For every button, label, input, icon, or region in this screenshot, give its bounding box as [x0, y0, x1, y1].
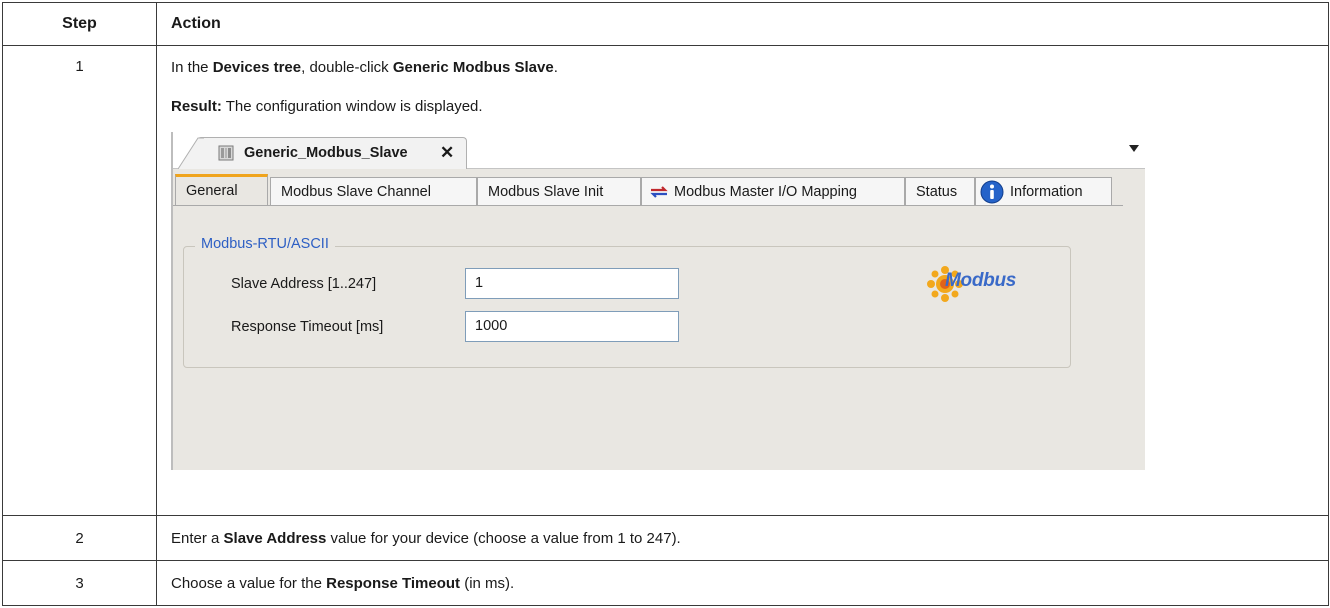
bold-term: Result: [171, 98, 222, 115]
modbus-logo: Modbus [925, 264, 1045, 304]
tab-modbus-slave-init[interactable]: Modbus Slave Init [477, 177, 641, 205]
step-action: Choose a value for the Response Timeout … [156, 560, 1329, 606]
group-title: Modbus-RTU/ASCII [195, 236, 335, 252]
document-tab[interactable]: Generic_Modbus_Slave ✕ [178, 137, 467, 169]
step-row-1: 1 In the Devices tree, double-click Gene… [2, 45, 1329, 516]
text-span: value for your device (choose a value fr… [326, 529, 681, 547]
tab-information[interactable]: Information [975, 177, 1112, 205]
result-text: Result: The configuration window is disp… [171, 97, 1314, 117]
bold-term: Response Timeout [326, 574, 461, 592]
slave-address-label: Slave Address [1..247] [231, 276, 377, 292]
tab-general[interactable]: General [175, 174, 268, 206]
document-tab-title: Generic_Modbus_Slave [244, 145, 408, 161]
step-row-2: 2 Enter a Slave Address value for your d… [2, 515, 1329, 561]
mapping-arrows-icon [650, 186, 668, 198]
text-span: Choose a value for the [171, 574, 327, 592]
modbus-logo-text: Modbus [945, 270, 1017, 291]
bold-term: Devices tree [212, 59, 302, 76]
text-span: The configuration window is displayed. [221, 98, 483, 115]
tab-slant-decoration [178, 137, 204, 169]
response-timeout-label: Response Timeout [ms] [231, 319, 384, 335]
info-icon [980, 180, 1004, 204]
step-number: 3 [2, 560, 157, 606]
response-timeout-input[interactable]: 1000 [465, 311, 679, 342]
tab-modbus-master-io-mapping[interactable]: Modbus Master I/O Mapping [641, 177, 905, 205]
slave-address-input[interactable]: 1 [465, 268, 679, 299]
text-span: . [553, 59, 558, 76]
bold-term: Generic Modbus Slave [392, 59, 554, 76]
header-step: Step [2, 2, 157, 46]
tab-status[interactable]: Status [905, 177, 975, 205]
tab-label: Information [1010, 184, 1083, 200]
tab-modbus-slave-channel[interactable]: Modbus Slave Channel [270, 177, 477, 205]
header-row: Step Action [2, 2, 1329, 46]
header-action: Action [156, 2, 1329, 46]
config-tabs: General Modbus Slave Channel Modbus Slav… [173, 172, 1145, 206]
close-icon[interactable]: ✕ [440, 143, 454, 163]
dropdown-arrow-icon[interactable] [1129, 145, 1139, 152]
step-action: Enter a Slave Address value for your dev… [156, 515, 1329, 561]
tab-label: Modbus Master I/O Mapping [674, 184, 857, 200]
configuration-window: Generic_Modbus_Slave ✕ General Modbus Sl… [171, 132, 1145, 470]
step-row-3: 3 Choose a value for the Response Timeou… [2, 560, 1329, 606]
text-span: Enter a [171, 529, 224, 547]
instruction-text: In the Devices tree, double-click Generi… [171, 58, 1314, 78]
text-span: (in ms). [460, 574, 515, 592]
text-span: , double-click [301, 59, 393, 76]
editor-tab-bar: Generic_Modbus_Slave ✕ [173, 132, 1145, 169]
device-icon [218, 145, 234, 161]
procedure-table: Step Action 1 In the Devices tree, doubl… [2, 2, 1329, 606]
text-span: In the [171, 59, 213, 76]
step-action: In the Devices tree, double-click Generi… [156, 45, 1329, 516]
tab-underline [173, 205, 1123, 206]
step-number: 2 [2, 515, 157, 561]
bold-term: Slave Address [223, 529, 327, 547]
step-number: 1 [2, 45, 157, 516]
